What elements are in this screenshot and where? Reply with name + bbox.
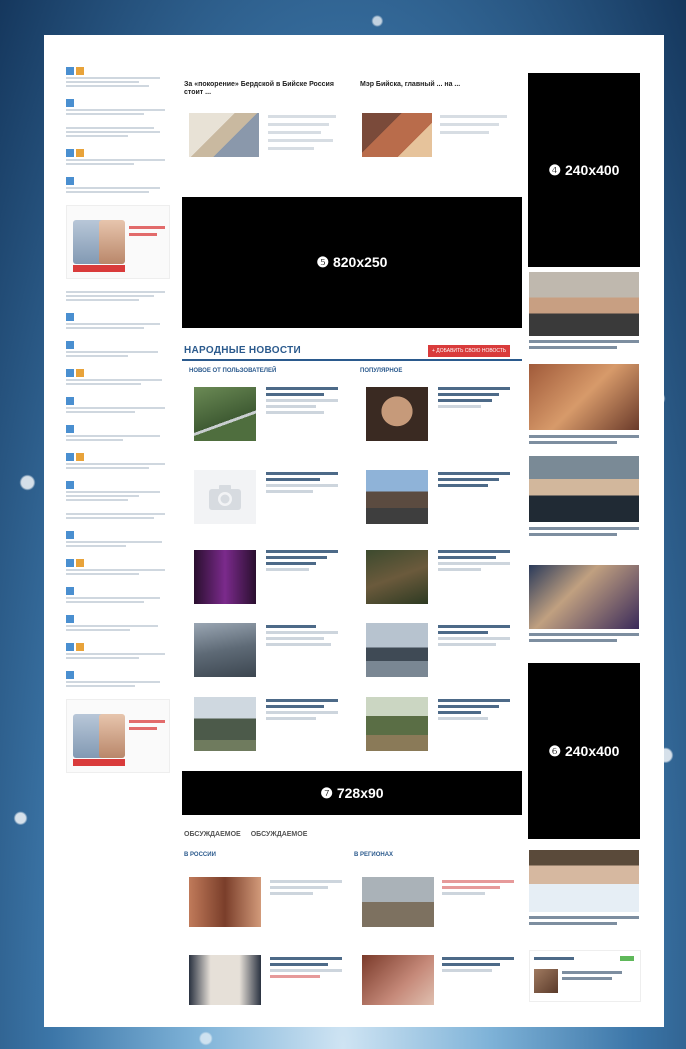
left-news-item[interactable] (66, 291, 170, 301)
top-news-item-2[interactable]: Мэр Бийска, главный ... на ... (360, 81, 520, 89)
ad-banner-728x90[interactable]: ❼ 728x90 (182, 771, 522, 815)
left-news-item[interactable] (66, 671, 170, 687)
column-label-new: НОВОЕ ОТ ПОЛЬЗОВАТЕЛЕЙ (189, 368, 277, 374)
news-thumbnail-placeholder[interactable] (194, 470, 256, 524)
left-news-item[interactable] (66, 149, 170, 165)
promo-label (73, 759, 125, 766)
news-thumbnail[interactable] (362, 113, 432, 157)
promo-label (73, 265, 125, 272)
left-news-item[interactable] (66, 453, 170, 469)
camera-icon (209, 485, 241, 510)
news-thumbnail[interactable] (362, 877, 434, 927)
left-news-column (66, 67, 170, 785)
left-news-item[interactable] (66, 127, 170, 137)
news-thumbnail[interactable] (362, 955, 434, 1005)
news-thumbnail[interactable] (189, 877, 261, 927)
left-news-item[interactable] (66, 425, 170, 441)
tag-badge (76, 149, 85, 157)
promo-block[interactable] (66, 205, 170, 279)
page: За «покорение» Бердской в Бийске Россия … (44, 35, 664, 1027)
column-label-popular: ПОПУЛЯРНОЕ (360, 368, 403, 374)
news-thumbnail[interactable] (529, 565, 639, 629)
ad-banner-240x400-lower[interactable]: ❻ 240x400 (528, 663, 640, 839)
news-thumbnail[interactable] (366, 697, 428, 751)
promo-photo (99, 714, 125, 758)
left-news-item[interactable] (66, 615, 170, 631)
tag-badge (66, 67, 75, 75)
tag-badge (76, 67, 85, 75)
news-thumbnail[interactable] (529, 364, 639, 430)
promo-block[interactable] (66, 699, 170, 773)
news-thumbnail[interactable] (366, 623, 428, 677)
top-news-headline[interactable]: За «покорение» Бердской в Бийске Россия … (184, 81, 344, 97)
tag-badge (66, 149, 75, 157)
news-thumbnail[interactable] (366, 470, 428, 524)
news-thumbnail[interactable] (189, 955, 261, 1005)
news-thumbnail[interactable] (366, 387, 428, 441)
news-thumbnail[interactable] (529, 456, 639, 522)
region-regions-label: В РЕГИОНАХ (354, 852, 394, 858)
widget-thumbnail[interactable] (534, 969, 558, 993)
left-news-item[interactable] (66, 99, 170, 115)
add-news-button[interactable]: + ДОБАВИТЬ СВОЮ НОВОСТЬ (428, 345, 511, 357)
news-thumbnail[interactable] (529, 850, 639, 912)
ad-banner-240x400[interactable]: ❹ 240x400 (528, 73, 640, 267)
left-news-item[interactable] (66, 341, 170, 357)
tag-badge (66, 177, 75, 185)
bottom-tabs: ОБСУЖДАЕМОЕ ОБСУЖДАЕМОЕ (184, 831, 317, 838)
tab-discussed-2[interactable]: ОБСУЖДАЕМОЕ (251, 831, 308, 838)
news-thumbnail[interactable] (194, 550, 256, 604)
left-news-item[interactable] (66, 587, 170, 603)
left-news-item[interactable] (66, 397, 170, 413)
tag-badge (66, 99, 75, 107)
left-news-item[interactable] (66, 369, 170, 385)
right-widget (529, 950, 641, 1002)
top-news-item-1[interactable]: За «покорение» Бердской в Бийске Россия … (184, 81, 344, 97)
news-thumbnail[interactable] (194, 623, 256, 677)
left-news-item[interactable] (66, 177, 170, 193)
top-news-headline[interactable]: Мэр Бийска, главный ... на ... (360, 81, 520, 89)
region-russia-label: В РОССИИ (184, 852, 216, 858)
left-news-item[interactable] (66, 513, 170, 519)
left-news-item[interactable] (66, 313, 170, 329)
news-thumbnail[interactable] (529, 272, 639, 336)
left-news-item[interactable] (66, 643, 170, 659)
left-news-item[interactable] (66, 559, 170, 575)
people-news-title: НАРОДНЫЕ НОВОСТИ (184, 345, 302, 356)
left-news-item[interactable] (66, 531, 170, 547)
left-news-item[interactable] (66, 67, 170, 87)
left-news-item[interactable] (66, 481, 170, 501)
news-thumbnail[interactable] (194, 697, 256, 751)
news-thumbnail[interactable] (194, 387, 256, 441)
news-thumbnail[interactable] (366, 550, 428, 604)
tab-discussed[interactable]: ОБСУЖДАЕМОЕ (184, 831, 241, 838)
ad-banner-820x250[interactable]: ❺ 820x250 (182, 197, 522, 328)
news-thumbnail[interactable] (189, 113, 259, 157)
promo-photo (99, 220, 125, 264)
